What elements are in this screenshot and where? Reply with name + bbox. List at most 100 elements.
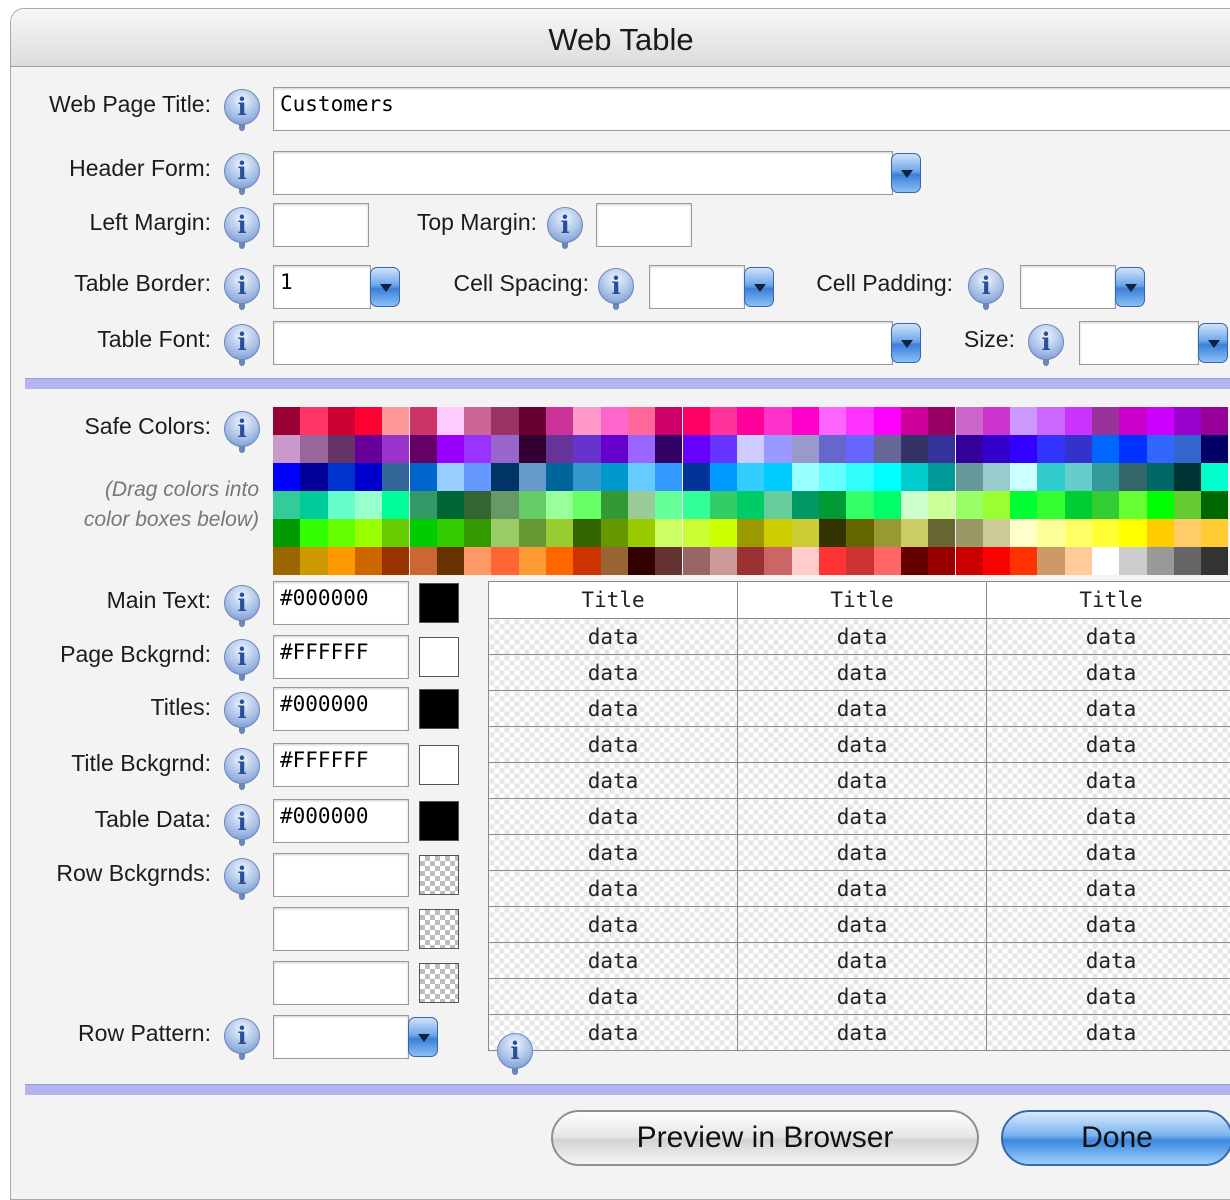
- palette-color-swatch[interactable]: [983, 491, 1010, 519]
- cell-padding-dropdown-button[interactable]: [1115, 267, 1145, 307]
- palette-color-swatch[interactable]: [573, 463, 600, 491]
- palette-color-swatch[interactable]: [901, 547, 928, 575]
- titles-color-swatch[interactable]: [419, 689, 459, 729]
- palette-color-swatch[interactable]: [464, 519, 491, 547]
- palette-color-swatch[interactable]: [956, 407, 983, 435]
- palette-color-swatch[interactable]: [601, 407, 628, 435]
- palette-color-swatch[interactable]: [1119, 407, 1146, 435]
- palette-color-swatch[interactable]: [328, 407, 355, 435]
- palette-color-swatch[interactable]: [573, 491, 600, 519]
- palette-color-swatch[interactable]: [956, 463, 983, 491]
- palette-color-swatch[interactable]: [464, 547, 491, 575]
- palette-color-swatch[interactable]: [846, 491, 873, 519]
- palette-color-swatch[interactable]: [737, 547, 764, 575]
- palette-color-swatch[interactable]: [1147, 407, 1174, 435]
- info-icon[interactable]: i: [224, 89, 260, 125]
- palette-color-swatch[interactable]: [1065, 519, 1092, 547]
- palette-color-swatch[interactable]: [573, 547, 600, 575]
- title-bar[interactable]: Web Table: [11, 9, 1230, 67]
- palette-color-swatch[interactable]: [628, 491, 655, 519]
- palette-color-swatch[interactable]: [792, 547, 819, 575]
- palette-color-swatch[interactable]: [874, 519, 901, 547]
- palette-color-swatch[interactable]: [273, 407, 300, 435]
- palette-color-swatch[interactable]: [519, 463, 546, 491]
- palette-color-swatch[interactable]: [355, 463, 382, 491]
- palette-color-swatch[interactable]: [491, 463, 518, 491]
- title-bckgrnd-color-input[interactable]: #FFFFFF: [273, 743, 409, 787]
- palette-color-swatch[interactable]: [410, 519, 437, 547]
- palette-color-swatch[interactable]: [819, 463, 846, 491]
- palette-color-swatch[interactable]: [1201, 519, 1228, 547]
- palette-color-swatch[interactable]: [519, 547, 546, 575]
- palette-color-swatch[interactable]: [300, 491, 327, 519]
- palette-color-swatch[interactable]: [655, 491, 682, 519]
- info-icon[interactable]: i: [1028, 324, 1064, 360]
- preview-in-browser-button[interactable]: Preview in Browser: [551, 1110, 979, 1166]
- header-form-dropdown-button[interactable]: [891, 153, 921, 193]
- palette-color-swatch[interactable]: [1201, 435, 1228, 463]
- palette-color-swatch[interactable]: [956, 519, 983, 547]
- palette-color-swatch[interactable]: [846, 435, 873, 463]
- palette-color-swatch[interactable]: [1147, 463, 1174, 491]
- palette-color-swatch[interactable]: [710, 435, 737, 463]
- info-icon[interactable]: i: [224, 411, 260, 447]
- palette-color-swatch[interactable]: [573, 407, 600, 435]
- palette-color-swatch[interactable]: [1092, 435, 1119, 463]
- palette-color-swatch[interactable]: [601, 463, 628, 491]
- palette-color-swatch[interactable]: [491, 435, 518, 463]
- palette-color-swatch[interactable]: [410, 491, 437, 519]
- palette-color-swatch[interactable]: [683, 491, 710, 519]
- palette-color-swatch[interactable]: [874, 463, 901, 491]
- palette-color-swatch[interactable]: [819, 519, 846, 547]
- palette-color-swatch[interactable]: [628, 547, 655, 575]
- palette-color-swatch[interactable]: [601, 519, 628, 547]
- info-icon[interactable]: i: [598, 268, 634, 304]
- palette-color-swatch[interactable]: [382, 463, 409, 491]
- palette-color-swatch[interactable]: [1010, 547, 1037, 575]
- size-dropdown-button[interactable]: [1198, 323, 1228, 363]
- palette-color-swatch[interactable]: [1092, 463, 1119, 491]
- palette-color-swatch[interactable]: [983, 407, 1010, 435]
- info-icon[interactable]: i: [224, 639, 260, 675]
- main-text-color-swatch[interactable]: [419, 583, 459, 623]
- info-icon[interactable]: i: [547, 207, 583, 243]
- palette-color-swatch[interactable]: [519, 491, 546, 519]
- palette-color-swatch[interactable]: [683, 463, 710, 491]
- palette-color-swatch[interactable]: [1010, 407, 1037, 435]
- palette-color-swatch[interactable]: [710, 547, 737, 575]
- row-bckgrnd-2-swatch[interactable]: [419, 909, 459, 949]
- palette-color-swatch[interactable]: [546, 435, 573, 463]
- palette-color-swatch[interactable]: [1119, 463, 1146, 491]
- palette-color-swatch[interactable]: [464, 407, 491, 435]
- palette-color-swatch[interactable]: [546, 491, 573, 519]
- palette-color-swatch[interactable]: [546, 547, 573, 575]
- palette-color-swatch[interactable]: [792, 491, 819, 519]
- titles-color-input[interactable]: #000000: [273, 687, 409, 731]
- palette-color-swatch[interactable]: [382, 547, 409, 575]
- palette-color-swatch[interactable]: [437, 519, 464, 547]
- palette-color-swatch[interactable]: [328, 547, 355, 575]
- palette-color-swatch[interactable]: [410, 547, 437, 575]
- palette-color-swatch[interactable]: [683, 519, 710, 547]
- palette-color-swatch[interactable]: [1037, 407, 1064, 435]
- palette-color-swatch[interactable]: [737, 519, 764, 547]
- table-font-select[interactable]: [273, 321, 893, 365]
- info-icon[interactable]: i: [224, 207, 260, 243]
- palette-color-swatch[interactable]: [1174, 435, 1201, 463]
- palette-color-swatch[interactable]: [628, 435, 655, 463]
- palette-color-swatch[interactable]: [1037, 519, 1064, 547]
- web-page-title-input[interactable]: Customers: [273, 87, 1230, 131]
- palette-color-swatch[interactable]: [1201, 407, 1228, 435]
- palette-color-swatch[interactable]: [410, 407, 437, 435]
- palette-color-swatch[interactable]: [737, 491, 764, 519]
- palette-color-swatch[interactable]: [901, 435, 928, 463]
- palette-color-swatch[interactable]: [764, 491, 791, 519]
- palette-color-swatch[interactable]: [1119, 435, 1146, 463]
- cell-padding-input[interactable]: [1020, 265, 1116, 309]
- palette-color-swatch[interactable]: [382, 435, 409, 463]
- palette-color-swatch[interactable]: [983, 463, 1010, 491]
- palette-color-swatch[interactable]: [928, 463, 955, 491]
- palette-color-swatch[interactable]: [573, 435, 600, 463]
- palette-color-swatch[interactable]: [273, 435, 300, 463]
- palette-color-swatch[interactable]: [737, 407, 764, 435]
